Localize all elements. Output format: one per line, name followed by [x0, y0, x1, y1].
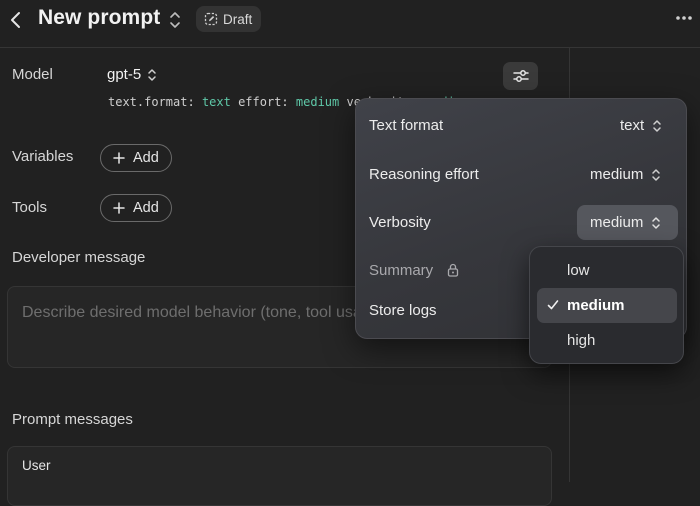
draft-badge-label: Draft [223, 11, 253, 27]
chevron-up-down-icon [652, 216, 661, 229]
check-icon [547, 300, 559, 310]
model-settings-button[interactable] [503, 62, 538, 90]
param-value: text [201, 95, 231, 109]
param-value: medium [295, 95, 340, 109]
option-label: high [567, 332, 596, 349]
plus-icon [113, 152, 125, 164]
user-message-box[interactable]: User [7, 446, 552, 506]
verbosity-option-high[interactable]: high [537, 323, 677, 358]
verbosity-options-menu: low medium high [529, 246, 684, 364]
reasoning-effort-select[interactable]: medium [590, 166, 661, 183]
text-format-value: text [620, 117, 645, 134]
user-role-label: User [22, 458, 51, 473]
developer-message-label: Developer message [12, 249, 146, 266]
summary-label: Summary [369, 262, 434, 279]
add-tool-button[interactable]: Add [100, 194, 172, 222]
plus-icon [113, 202, 125, 214]
model-name: gpt-5 [107, 66, 142, 83]
top-bar: New prompt Draft [0, 0, 700, 48]
add-tool-label: Add [133, 200, 159, 216]
more-horizontal-icon [676, 16, 692, 20]
add-variable-button[interactable]: Add [100, 144, 172, 172]
chevron-left-icon [11, 12, 20, 28]
verbosity-select-content[interactable]: medium [590, 214, 661, 231]
chevron-up-down-icon[interactable] [169, 9, 183, 31]
verbosity-value: medium [590, 214, 644, 231]
lock-icon [447, 263, 459, 277]
option-label: low [567, 262, 590, 279]
sliders-icon [512, 70, 529, 82]
draft-badge[interactable]: Draft [196, 6, 262, 32]
chevron-up-down-icon [148, 68, 156, 81]
reasoning-effort-label: Reasoning effort [369, 166, 479, 183]
model-label: Model [12, 66, 53, 83]
param-key: text.format: [108, 95, 195, 109]
verbosity-label: Verbosity [369, 214, 431, 231]
prompt-messages-label: Prompt messages [12, 411, 133, 428]
verbosity-option-medium[interactable]: medium [537, 288, 677, 323]
page-title[interactable]: New prompt [38, 6, 160, 30]
edit-icon [204, 12, 218, 26]
variables-label: Variables [12, 148, 74, 165]
text-format-select[interactable]: text [620, 117, 662, 134]
model-select[interactable]: gpt-5 [107, 66, 157, 83]
reasoning-effort-value: medium [590, 166, 644, 183]
tools-label: Tools [12, 199, 48, 216]
add-variable-label: Add [133, 150, 159, 166]
param-key: effort: [238, 95, 289, 109]
option-label: medium [567, 297, 625, 314]
text-format-label: Text format [369, 117, 444, 134]
more-button[interactable] [672, 10, 696, 26]
store-logs-label: Store logs [369, 302, 437, 319]
chevron-up-down-icon [653, 119, 661, 132]
chevron-up-down-icon [652, 168, 661, 181]
verbosity-option-low[interactable]: low [537, 253, 677, 288]
back-button[interactable] [4, 6, 28, 34]
